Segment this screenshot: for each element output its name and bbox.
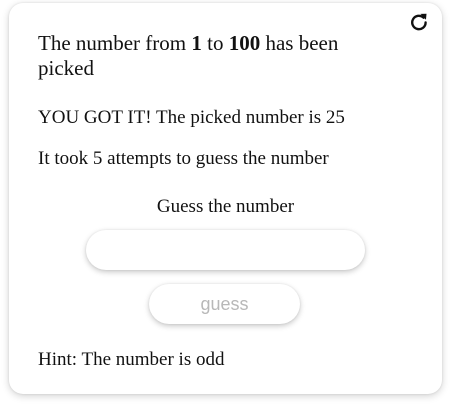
- attempts-message: It took 5 attempts to guess the number: [38, 148, 329, 169]
- headline-to: to: [201, 31, 229, 55]
- hint-message: Hint: The number is odd: [38, 349, 225, 370]
- guess-input[interactable]: [86, 230, 365, 270]
- headline-prefix: The number from: [38, 31, 192, 55]
- guess-label: Guess the number: [156, 196, 295, 217]
- guess-button[interactable]: guess: [149, 284, 300, 324]
- headline: The number from 1 to 100 has been picked: [38, 31, 398, 81]
- range-max: 100: [228, 31, 261, 55]
- refresh-icon: [411, 13, 427, 31]
- range-min: 1: [191, 31, 202, 55]
- reset-button[interactable]: [406, 9, 432, 35]
- game-card: The number from 1 to 100 has been picked…: [9, 3, 442, 394]
- result-message: YOU GOT IT! The picked number is 25: [38, 107, 345, 128]
